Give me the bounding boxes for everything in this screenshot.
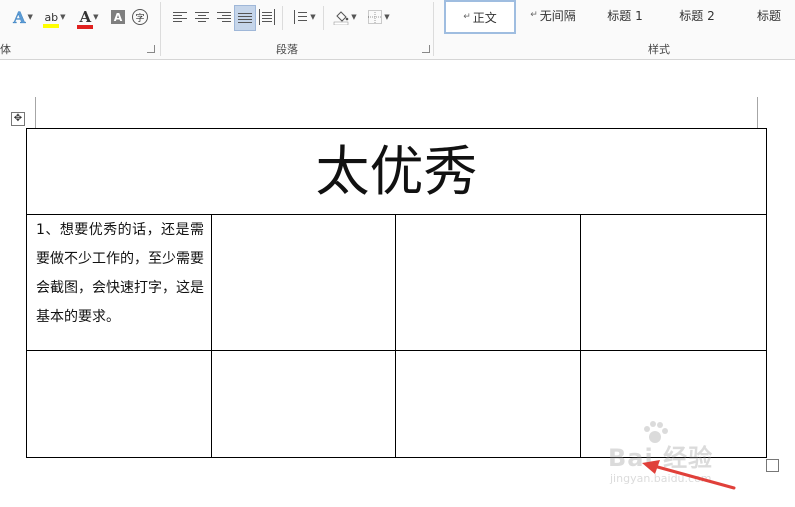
cell-text — [27, 351, 211, 352]
style-heading-1-label: 标题 1 — [607, 8, 643, 23]
style-normal-label: 正文 — [472, 10, 497, 25]
table-row: 太优秀 — [26, 128, 767, 215]
text-effects-button[interactable]: A ▼ — [8, 7, 38, 27]
cell-text — [212, 215, 395, 216]
font-color-icon: A — [77, 8, 94, 29]
highlight-color-button[interactable]: ab ▼ — [40, 7, 70, 28]
paint-bucket-icon — [334, 11, 349, 25]
character-shading-button[interactable]: A — [109, 7, 127, 27]
distributed-icon — [259, 9, 275, 25]
table-resize-handle[interactable] — [766, 459, 779, 472]
paragraph-mark-icon: ↵ — [463, 12, 471, 22]
style-no-spacing[interactable]: ↵ 无间隔 — [520, 0, 586, 30]
line-spacing-button[interactable]: ▼ — [289, 7, 319, 27]
font-color-swatch — [77, 25, 94, 29]
table-cell[interactable]: 1、想要优秀的话，还是需要做不少工作的，至少需要会截图，会快速打字，这是基本的要… — [26, 214, 212, 351]
font-color-glyph: A — [79, 8, 92, 26]
chevron-down-icon: ▼ — [27, 13, 33, 21]
style-no-spacing-label: 无间隔 — [539, 8, 576, 23]
table-cell[interactable] — [26, 350, 212, 458]
group-separator — [433, 2, 434, 56]
align-right-icon — [216, 9, 232, 25]
chevron-down-icon: ▼ — [93, 13, 99, 21]
cell-text: 1、想要优秀的话，还是需要做不少工作的，至少需要会截图，会快速打字，这是基本的要… — [36, 222, 204, 325]
table-cell[interactable] — [211, 350, 396, 458]
chevron-down-icon: ▼ — [351, 13, 357, 21]
justify-icon — [237, 10, 253, 26]
styles-gallery: ↵ 正文 ↵ 无间隔 标题 1 标题 2 标题 — [440, 0, 795, 34]
cell-text — [396, 351, 580, 352]
paragraph-separator — [323, 6, 324, 30]
document-table[interactable]: 太优秀 1、想要优秀的话，还是需要做不少工作的，至少需要会截图，会快速打字，这是… — [26, 128, 767, 458]
table-cell[interactable] — [395, 350, 581, 458]
cell-text — [581, 351, 766, 352]
borders-button[interactable]: ▼ — [364, 7, 394, 27]
paragraph-mark-icon: ↵ — [530, 10, 538, 20]
style-normal[interactable]: ↵ 正文 — [444, 0, 516, 34]
styles-group-label: 样式 — [648, 43, 670, 56]
cell-text — [581, 215, 766, 216]
paragraph-separator — [282, 6, 283, 30]
highlight-swatch — [43, 23, 60, 28]
group-separator — [160, 2, 161, 56]
cell-text — [212, 351, 395, 352]
enclose-characters-button[interactable]: 字 — [131, 7, 149, 27]
table-row: 1、想要优秀的话，还是需要做不少工作的，至少需要会截图，会快速打字，这是基本的要… — [26, 214, 767, 351]
style-title-label: 标题 — [756, 8, 781, 23]
table-cell[interactable] — [395, 214, 581, 351]
table-title-cell[interactable]: 太优秀 — [26, 128, 767, 215]
highlighter-glyph: ab — [44, 10, 59, 24]
font-color-button[interactable]: A ▼ — [74, 7, 104, 29]
ribbon: A ▼ ab ▼ A ▼ A 字 体 ▼ ▼ ▼ 段落 ↵ 正文 ↵ 无间隔 标… — [0, 0, 795, 60]
text-effects-icon: A — [13, 7, 26, 27]
enclose-characters-icon: 字 — [132, 9, 148, 25]
line-spacing-icon — [292, 9, 308, 25]
red-arrow-annotation — [642, 460, 736, 490]
style-heading-2[interactable]: 标题 2 — [664, 0, 730, 30]
distributed-button[interactable] — [257, 7, 277, 27]
align-center-button[interactable] — [192, 7, 212, 27]
align-left-icon — [172, 9, 188, 25]
align-center-icon — [194, 9, 210, 25]
cell-text — [396, 215, 580, 216]
highlighter-icon: ab — [43, 10, 60, 28]
margin-mark-left — [35, 97, 36, 128]
align-right-button[interactable] — [214, 7, 234, 27]
align-left-button[interactable] — [170, 7, 190, 27]
table-title-text: 太优秀 — [315, 140, 478, 203]
style-heading-2-label: 标题 2 — [679, 8, 715, 23]
chevron-down-icon: ▼ — [384, 13, 390, 21]
font-dialog-launcher[interactable] — [147, 45, 155, 53]
paragraph-group-label: 段落 — [276, 43, 298, 56]
style-heading-1[interactable]: 标题 1 — [592, 0, 658, 30]
paragraph-dialog-launcher[interactable] — [422, 45, 430, 53]
style-title[interactable]: 标题 — [744, 0, 794, 30]
justify-button[interactable] — [234, 5, 256, 31]
shading-button[interactable]: ▼ — [330, 7, 360, 27]
table-cell[interactable] — [580, 214, 767, 351]
table-move-handle-icon[interactable]: ✥ — [11, 112, 25, 126]
margin-mark-right — [757, 97, 758, 128]
font-group-label: 体 — [0, 43, 11, 56]
chevron-down-icon: ▼ — [60, 13, 66, 21]
table-cell[interactable] — [211, 214, 396, 351]
chevron-down-icon: ▼ — [310, 13, 316, 21]
borders-icon — [368, 10, 383, 24]
character-shading-icon: A — [111, 10, 125, 24]
